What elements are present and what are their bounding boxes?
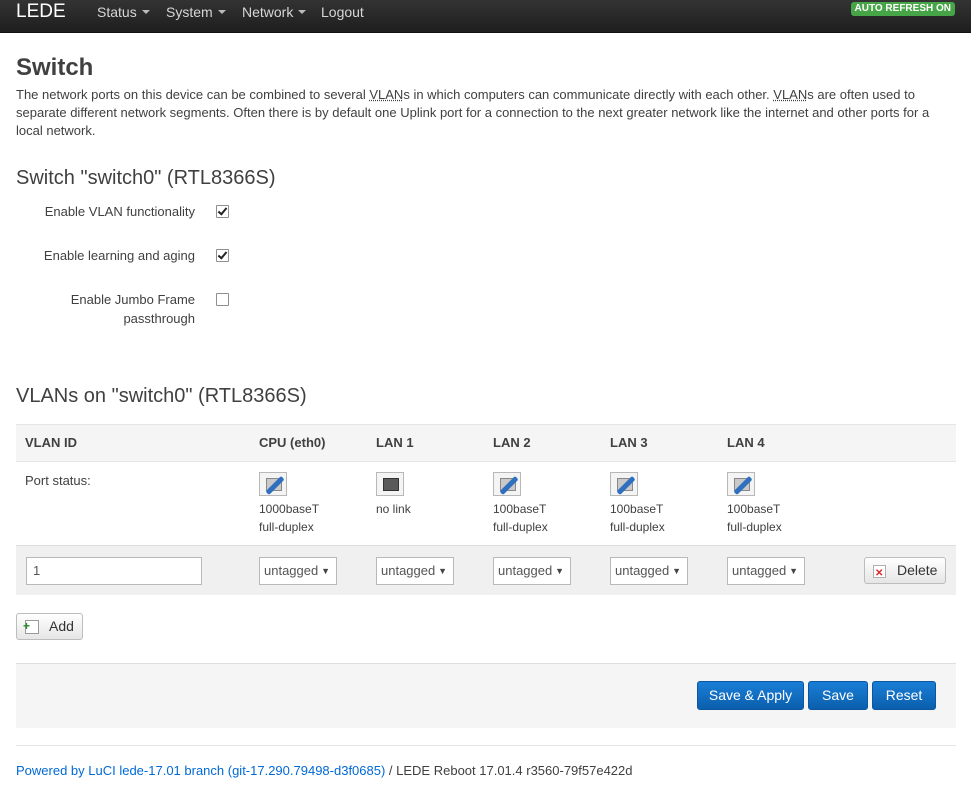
dropdown-arrow-icon: ▼ (789, 566, 798, 576)
port-link-icon (610, 472, 638, 496)
vlan-functionality-checkbox[interactable] (216, 205, 229, 218)
luci-powered-by-link[interactable]: Powered by LuCI lede-17.01 branch (git-1… (16, 763, 385, 778)
delete-vlan-button[interactable]: Delete (864, 557, 946, 586)
jumbo-frame-checkbox[interactable] (216, 293, 229, 306)
form-actions-bar: Save & Apply Save Reset (16, 663, 956, 728)
cpu-port-select[interactable]: untagged ▼ (259, 557, 337, 585)
port-status-row: Port status: 1000baseT full-duplex no lin… (16, 461, 956, 546)
port-status-lan2: 100baseT full-duplex (493, 472, 603, 536)
dropdown-arrow-icon: ▼ (672, 566, 681, 576)
port-status-lan4: 100baseT full-duplex (727, 472, 837, 536)
vlan-row: 1 untagged ▼ untagged ▼ untagged ▼ untagged… (16, 545, 956, 595)
dropdown-arrow-icon: ▼ (555, 566, 564, 576)
nav-network-menu[interactable]: Network (242, 4, 307, 20)
footer-version: / LEDE Reboot 17.01.4 r3560-79f57e422d (385, 763, 633, 778)
port-link-icon (493, 472, 521, 496)
page-title: Switch (16, 54, 94, 81)
auto-refresh-badge[interactable]: AUTO REFRESH ON (850, 2, 955, 16)
caret-down-icon (217, 10, 226, 15)
reset-button[interactable]: Reset (872, 681, 936, 710)
nav-system-menu[interactable]: System (166, 4, 226, 20)
learning-aging-label: Enable learning and aging (43, 248, 195, 263)
top-navbar: LEDE Status System Network Logout AUTO R… (0, 0, 971, 33)
add-vlan-button[interactable]: Add (16, 613, 83, 640)
vlan-abbr: VLAN (773, 87, 808, 102)
footer-divider (16, 745, 956, 746)
col-cpu-eth0: CPU (eth0) (259, 435, 326, 450)
lan4-port-select[interactable]: untagged ▼ (727, 557, 805, 585)
col-lan2: LAN 2 (493, 435, 531, 450)
port-link-icon (259, 472, 287, 496)
vlan-abbr: VLAN (369, 87, 404, 102)
port-status-cpu: 1000baseT full-duplex (259, 472, 369, 536)
col-lan3: LAN 3 (610, 435, 648, 450)
nav-status-menu[interactable]: Status (97, 4, 150, 20)
delete-icon (873, 561, 886, 586)
add-icon (23, 614, 39, 639)
save-button[interactable]: Save (808, 681, 868, 710)
col-lan1: LAN 1 (376, 435, 414, 450)
dropdown-arrow-icon: ▼ (438, 566, 447, 576)
page-description: The network ports on this device can be … (16, 87, 930, 138)
port-status-label: Port status: (25, 473, 91, 488)
vlan-table-header: VLAN ID CPU (eth0) LAN 1 LAN 2 LAN 3 LAN… (16, 424, 956, 461)
port-link-icon (727, 472, 755, 496)
nav-logout-link[interactable]: Logout (321, 4, 364, 20)
caret-down-icon (141, 10, 150, 15)
footer: Powered by LuCI lede-17.01 branch (git-1… (16, 763, 633, 778)
learning-aging-checkbox[interactable] (216, 249, 229, 262)
dropdown-arrow-icon: ▼ (321, 566, 330, 576)
vlan-section-title: VLANs on "switch0" (RTL8366S) (16, 385, 307, 407)
port-status-lan3: 100baseT full-duplex (610, 472, 720, 536)
switch-section-title: Switch "switch0" (RTL8366S) (16, 167, 276, 189)
vlan-id-input[interactable]: 1 (26, 557, 202, 585)
lan3-port-select[interactable]: untagged ▼ (610, 557, 688, 585)
lan2-port-select[interactable]: untagged ▼ (493, 557, 571, 585)
port-nolink-icon (376, 472, 404, 496)
lan1-port-select[interactable]: untagged ▼ (376, 557, 454, 585)
col-vlan-id: VLAN ID (25, 435, 77, 450)
vlan-functionality-label: Enable VLAN functionality (44, 204, 195, 219)
col-lan4: LAN 4 (727, 435, 765, 450)
port-status-lan1: no link (376, 472, 486, 518)
caret-down-icon (298, 10, 307, 15)
brand-logo[interactable]: LEDE (16, 1, 66, 23)
save-apply-button[interactable]: Save & Apply (697, 681, 804, 710)
jumbo-frame-label: Enable Jumbo Frame passthrough (70, 292, 195, 326)
